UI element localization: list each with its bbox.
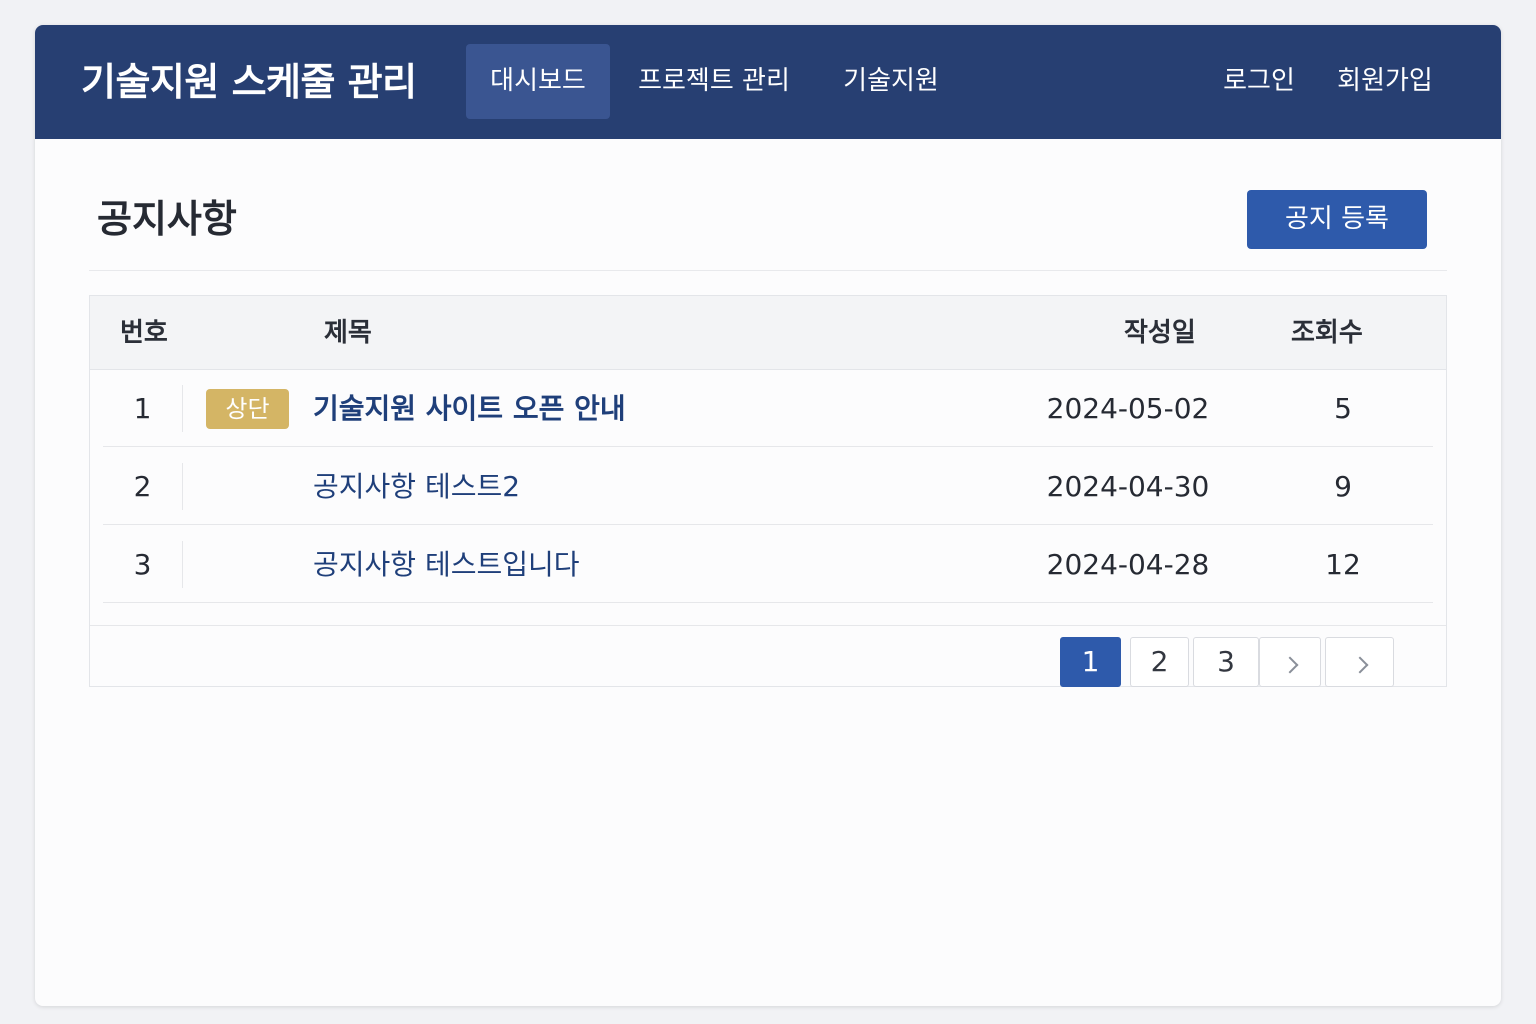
next-page-button[interactable]	[1259, 637, 1321, 687]
row-title-link[interactable]: 공지사항 테스트2	[313, 448, 520, 525]
row-views: 12	[1325, 548, 1361, 581]
page-title: 공지사항	[97, 197, 237, 241]
nav-link-login[interactable]: 로그인	[1211, 44, 1307, 119]
nav-link-project-management[interactable]: 프로젝트 관리	[625, 44, 803, 119]
header-date: 작성일	[1124, 318, 1196, 348]
row-title-link[interactable]: 기술지원 사이트 오픈 안내	[313, 370, 626, 447]
row-views: 5	[1334, 392, 1352, 425]
pinned-badge: 상단	[206, 389, 289, 429]
header-number: 번호	[120, 318, 168, 348]
last-page-button[interactable]	[1325, 637, 1394, 687]
chevron-right-icon	[1281, 656, 1299, 674]
row-date: 2024-05-02	[1046, 392, 1210, 425]
page-button-3[interactable]: 3	[1193, 637, 1259, 687]
row-views: 9	[1334, 470, 1352, 503]
header-views: 조회수	[1291, 318, 1363, 348]
row-number: 3	[103, 541, 183, 588]
page-button-1[interactable]: 1	[1060, 637, 1121, 687]
pagination: 1 2 3	[90, 625, 1446, 687]
nav-link-tech-support[interactable]: 기술지원	[828, 44, 954, 119]
chevron-right-icon	[1351, 656, 1368, 674]
header-title: 제목	[324, 318, 372, 348]
table-header: 번호 제목 작성일 조회수	[90, 296, 1446, 370]
page-header: 공지사항 공지 등록	[89, 171, 1447, 271]
table-row[interactable]: 2 공지사항 테스트2 2024-04-30 9	[103, 448, 1433, 525]
row-number: 2	[103, 463, 183, 510]
row-date: 2024-04-30	[1046, 470, 1210, 503]
row-date: 2024-04-28	[1046, 548, 1210, 581]
notice-table: 번호 제목 작성일 조회수 1 상단 기술지원 사이트 오픈 안내 2024-0…	[89, 295, 1447, 687]
page-button-2[interactable]: 2	[1130, 637, 1189, 687]
table-row[interactable]: 1 상단 기술지원 사이트 오픈 안내 2024-05-02 5	[103, 370, 1433, 447]
register-notice-button[interactable]: 공지 등록	[1247, 190, 1427, 249]
row-number: 1	[103, 385, 183, 432]
nav-link-signup[interactable]: 회원가입	[1327, 44, 1443, 119]
top-navbar: 기술지원 스케줄 관리 대시보드 프로젝트 관리 기술지원 로그인 회원가입	[35, 25, 1501, 139]
brand-title[interactable]: 기술지원 스케줄 관리	[81, 55, 417, 109]
table-row[interactable]: 3 공지사항 테스트입니다 2024-04-28 12	[103, 526, 1433, 603]
app-window: 기술지원 스케줄 관리 대시보드 프로젝트 관리 기술지원 로그인 회원가입 공…	[35, 25, 1501, 1006]
row-title-link[interactable]: 공지사항 테스트입니다	[313, 526, 580, 603]
nav-link-dashboard[interactable]: 대시보드	[466, 44, 610, 119]
